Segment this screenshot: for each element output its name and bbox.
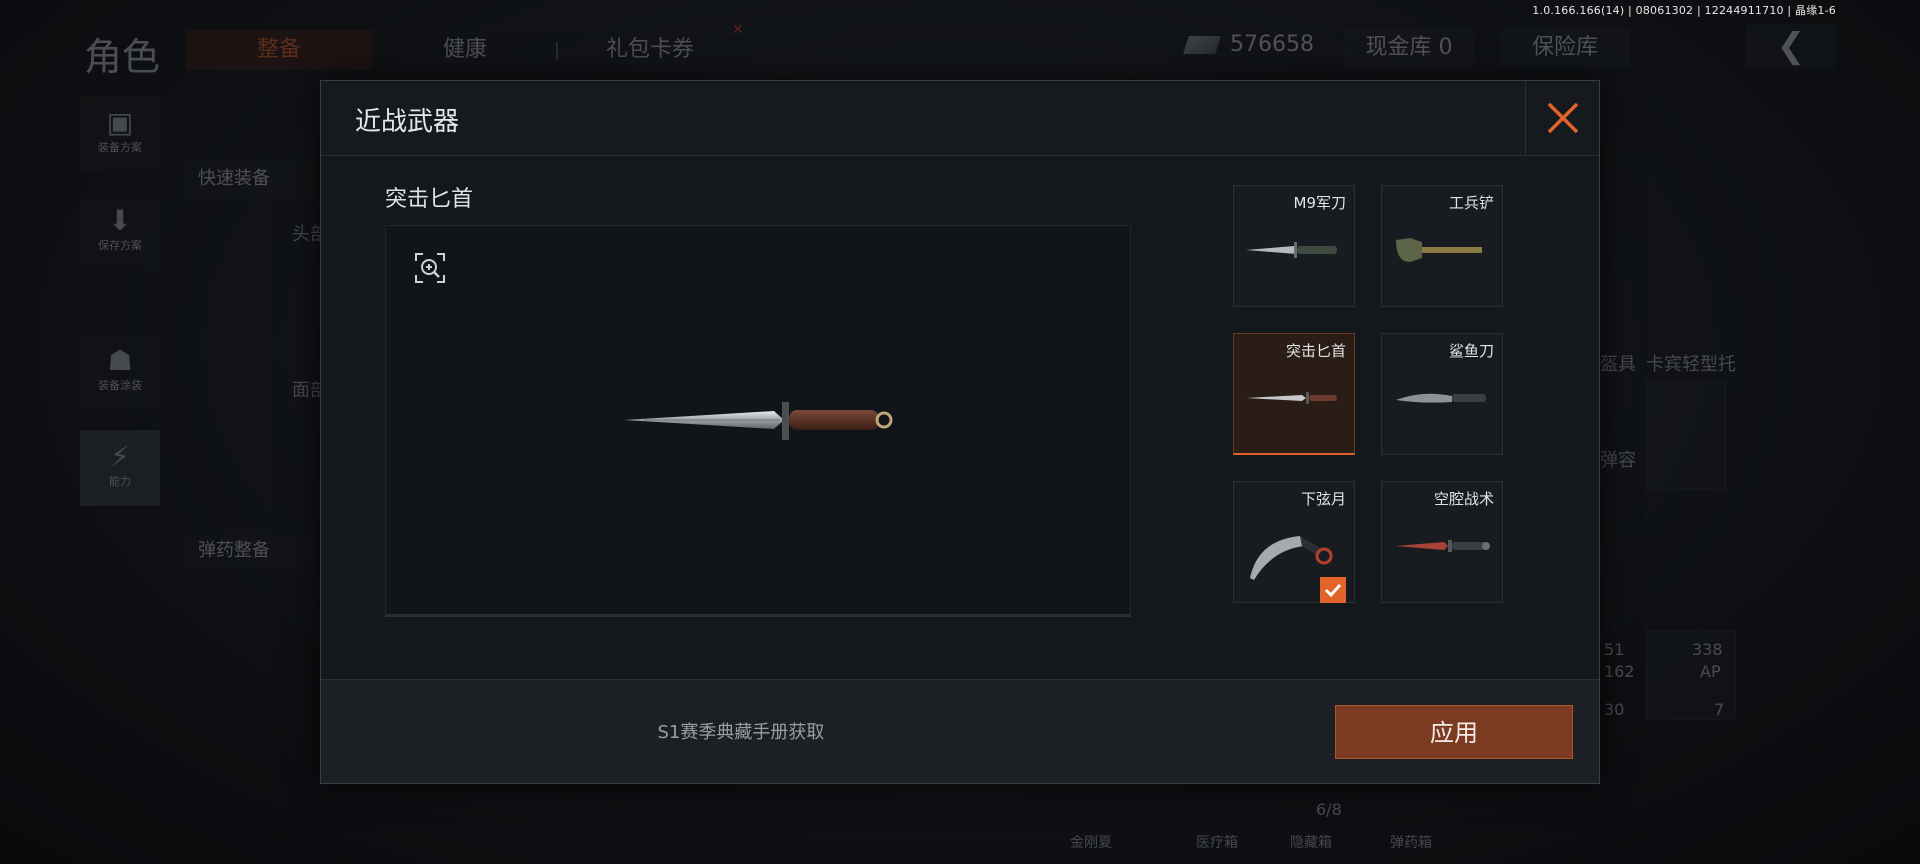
- sidebar-item-ability[interactable]: ⚡ 能力: [80, 430, 160, 506]
- tab-gift-cards[interactable]: 礼包卡券: [570, 30, 730, 70]
- tactical-knife-icon: [1396, 540, 1490, 552]
- zoom-in-icon[interactable]: [414, 252, 446, 284]
- version-info: 1.0.166.166(14) | 08061302 | 12244911710…: [1532, 4, 1836, 17]
- bottom-tab-0[interactable]: 金刚夏: [1070, 832, 1112, 852]
- sidebar-item-label: 能力: [109, 475, 131, 488]
- count-d: 338: [1692, 640, 1723, 659]
- ammo-equip-button[interactable]: 弹药整备: [184, 532, 334, 570]
- quick-equip-button[interactable]: 快速装备: [184, 160, 334, 198]
- count-f: 7: [1714, 700, 1725, 719]
- dialog-footer: S1赛季典藏手册获取 应用: [321, 679, 1599, 783]
- weapon-item-label: 突击匕首: [1285, 342, 1346, 360]
- bottom-tab-1[interactable]: 医疗箱: [1196, 832, 1238, 852]
- sidebar-item-save[interactable]: ⬇ 保存方案: [80, 194, 160, 270]
- tab-equip[interactable]: 整备: [186, 30, 372, 70]
- sidebar-item-label: 保存方案: [98, 239, 142, 252]
- sidebar-item-label: 装备方案: [98, 141, 142, 154]
- helmet-label: 盔具: [1600, 354, 1636, 375]
- notification-dot-icon: ✕: [732, 22, 744, 38]
- weapon-item-label: 鲨鱼刀: [1448, 342, 1494, 360]
- count-a: 51: [1604, 640, 1625, 659]
- close-icon[interactable]: [1546, 101, 1580, 135]
- tab-health[interactable]: 健康: [400, 30, 530, 70]
- weapon-item-m9[interactable]: M9军刀: [1233, 185, 1355, 307]
- currency-icon: [1183, 36, 1221, 54]
- equipped-check-icon: [1320, 577, 1346, 603]
- weapon-item-tactical-knife[interactable]: 空腔战术: [1381, 481, 1503, 603]
- sidebar-item-label: 装备涂装: [98, 379, 142, 392]
- game-screen: 1.0.166.166(14) | 08061302 | 12244911710…: [0, 0, 1920, 864]
- count-b: 162: [1604, 662, 1635, 681]
- cash-vault-button[interactable]: 现金库 0: [1344, 28, 1474, 68]
- weapon-item-shovel[interactable]: 工兵铲: [1381, 185, 1503, 307]
- weapon-item-label: 工兵铲: [1448, 194, 1494, 212]
- weapon-item-label: 空腔战术: [1433, 490, 1494, 508]
- preview-weapon-name: 突击匕首: [385, 187, 474, 212]
- weapon-item-karambit[interactable]: 下弦月: [1233, 481, 1355, 603]
- weapon-item-label: 下弦月: [1300, 490, 1346, 508]
- weapon-preview[interactable]: [385, 225, 1131, 617]
- tab-divider: [556, 42, 558, 60]
- safe-vault-button[interactable]: 保险库: [1500, 28, 1630, 68]
- back-arrow-icon[interactable]: ❮: [1746, 24, 1836, 68]
- capacity-count: 6/8: [1316, 800, 1342, 819]
- top-bar: 角色 整备 健康 礼包卡券 ✕ 576658 现金库 0 保险库 ❮: [0, 20, 1920, 79]
- count-e: AP: [1700, 662, 1721, 681]
- stock-slot[interactable]: [1646, 380, 1726, 490]
- melee-weapon-dialog: 近战武器 突击匕首 M9军刀 工兵铲 突击匕首 鲨鱼刀 下弦月 空腔战术 S1赛…: [320, 80, 1600, 784]
- helmet-icon: ☗: [107, 344, 133, 377]
- shark-knife-icon: [1396, 393, 1486, 403]
- backpack-icon: ▣: [106, 106, 134, 139]
- dialog-title: 近战武器: [355, 107, 460, 137]
- page-title: 角色: [84, 35, 161, 79]
- weapon-item-assault-dagger[interactable]: 突击匕首: [1233, 333, 1355, 455]
- apply-button[interactable]: 应用: [1335, 705, 1573, 759]
- ammo-label: 弹容: [1600, 450, 1636, 471]
- shovel-icon: [1396, 238, 1482, 262]
- mount-label: 卡宾轻型托: [1646, 354, 1736, 375]
- lightning-icon: ⚡: [110, 440, 130, 473]
- dagger-preview-image: [624, 402, 893, 440]
- weapon-item-label: M9军刀: [1293, 194, 1347, 212]
- close-button[interactable]: [1525, 81, 1599, 156]
- sidebar-item-skin[interactable]: ☗ 装备涂装: [80, 334, 160, 410]
- bottom-tab-2[interactable]: 隐藏箱: [1290, 832, 1332, 852]
- bayonet-icon: [1246, 242, 1337, 258]
- weapon-item-shark-knife[interactable]: 鲨鱼刀: [1381, 333, 1503, 455]
- weapon-grid: M9军刀 工兵铲 突击匕首 鲨鱼刀 下弦月 空腔战术: [1201, 157, 1599, 757]
- bottom-tab-3[interactable]: 弹药箱: [1390, 832, 1432, 852]
- sidebar-item-loadout[interactable]: ▣ 装备方案: [80, 96, 160, 172]
- dagger-icon: [1246, 392, 1337, 404]
- download-icon: ⬇: [108, 204, 132, 237]
- count-c: 30: [1604, 700, 1625, 719]
- currency-amount: 576658: [1230, 32, 1314, 57]
- dialog-header: 近战武器: [321, 81, 1599, 156]
- acquire-source-text: S1赛季典藏手册获取: [657, 722, 825, 743]
